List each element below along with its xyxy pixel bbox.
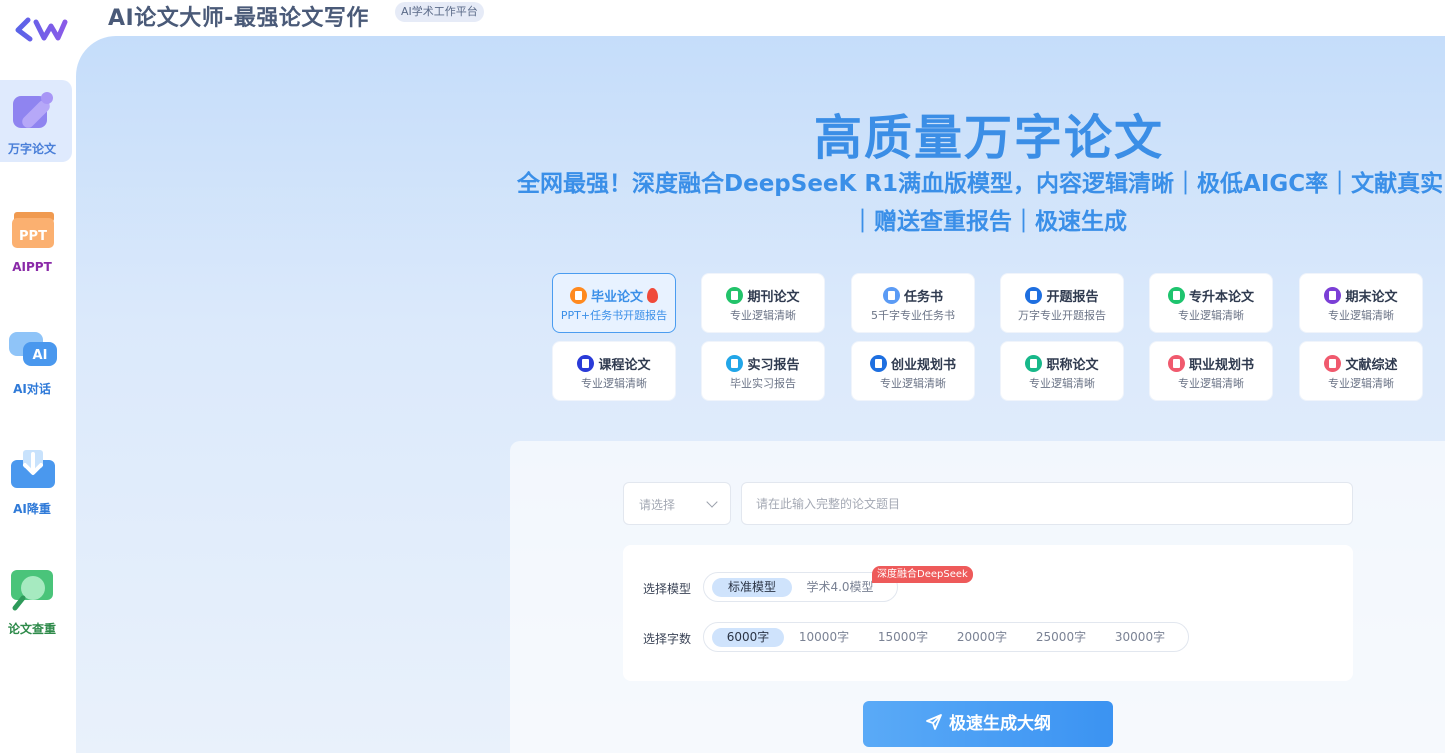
card-title: 毕业论文 (590, 290, 643, 305)
send-icon (926, 714, 942, 730)
document-icon (1025, 287, 1043, 304)
options-box: 选择模型 标准模型 学术4.0模型 深度融合DeepSeek 选择字数 6000… (623, 545, 1353, 681)
card-literature-review[interactable]: 文献综述 专业逻辑清晰 (1299, 341, 1423, 401)
chevron-down-icon (706, 496, 718, 508)
pencil-icon (13, 92, 53, 128)
app-badge: AI学术工作平台 (395, 2, 484, 22)
sidebar-item-aippt[interactable]: PPT AIPPT (0, 200, 72, 282)
sidebar-item-plagiarism-check[interactable]: 论文查重 (0, 560, 72, 642)
card-title: 创业规划书 (890, 358, 956, 373)
model-option-academic[interactable]: 学术4.0模型 (800, 578, 880, 597)
thesis-title-input[interactable] (741, 482, 1353, 525)
card-desc: 专业逻辑清晰 (730, 309, 796, 322)
card-desc: 专业逻辑清晰 (1328, 309, 1394, 322)
card-upgrade-thesis[interactable]: 专升本论文 专业逻辑清晰 (1149, 273, 1273, 333)
document-icon (726, 287, 744, 304)
model-option-standard[interactable]: 标准模型 (712, 578, 792, 597)
document-icon (882, 287, 900, 304)
svg-text:PPT: PPT (19, 229, 47, 244)
word-option-25000[interactable]: 25000字 (1025, 628, 1097, 647)
main-panel: 高质量万字论文 全网最强！深度融合DeepSeeK R1满血版模型，内容逻辑清晰… (76, 36, 1445, 753)
card-career-plan[interactable]: 职业规划书 专业逻辑清晰 (1149, 341, 1273, 401)
card-title: 任务书 (903, 290, 943, 305)
hero-subtitle: 全网最强！深度融合DeepSeeK R1满血版模型，内容逻辑清晰｜极低AIGC率… (517, 171, 1444, 197)
card-course-paper[interactable]: 课程论文 专业逻辑清晰 (552, 341, 676, 401)
word-option-10000[interactable]: 10000字 (788, 628, 860, 647)
card-desc: 万字专业开题报告 (1018, 309, 1106, 322)
form-panel: 请选择 选择模型 标准模型 学术4.0模型 深度融合DeepSeek 选择字数 … (510, 441, 1445, 753)
card-title: 职业规划书 (1188, 358, 1254, 373)
category-select[interactable]: 请选择 (623, 482, 731, 525)
svg-text:AI: AI (33, 348, 48, 363)
card-desc: PPT+任务书开题报告 (560, 309, 668, 322)
card-final-paper[interactable]: 期末论文 专业逻辑清晰 (1299, 273, 1423, 333)
card-desc: 毕业实习报告 (730, 377, 796, 390)
chat-icon: AI (9, 332, 57, 366)
word-option-20000[interactable]: 20000字 (946, 628, 1018, 647)
hero-title: 高质量万字论文 (813, 110, 1164, 166)
select-placeholder: 请选择 (639, 498, 676, 512)
word-count-selector: 6000字 10000字 15000字 20000字 25000字 30000字 (703, 622, 1189, 652)
word-count-label: 选择字数 (643, 632, 692, 646)
card-title: 文献综述 (1345, 358, 1398, 373)
card-desc: 专业逻辑清晰 (581, 377, 647, 390)
generate-outline-button[interactable]: 极速生成大纲 (863, 701, 1113, 747)
document-icon (569, 287, 587, 304)
card-desc: 专业逻辑清晰 (880, 377, 946, 390)
sidebar-item-label: AIPPT (12, 260, 52, 274)
sidebar-item-label: AI降重 (13, 502, 51, 516)
document-icon (1324, 287, 1342, 304)
hero-subtitle-continued: ｜赠送查重报告｜极速生成 (851, 209, 1127, 235)
card-journal-paper[interactable]: 期刊论文 专业逻辑清晰 (701, 273, 825, 333)
sidebar-item-label: AI对话 (13, 382, 51, 396)
card-title: 开题报告 (1046, 290, 1099, 305)
word-option-30000[interactable]: 30000字 (1104, 628, 1176, 647)
card-desc: 专业逻辑清晰 (1178, 377, 1244, 390)
generate-outline-label: 极速生成大纲 (949, 714, 1051, 734)
fire-icon (647, 288, 658, 303)
document-icon (1324, 355, 1342, 372)
card-desc: 专业逻辑清晰 (1178, 309, 1244, 322)
magnifier-icon (11, 570, 53, 611)
word-option-6000[interactable]: 6000字 (712, 628, 784, 647)
download-icon (11, 450, 55, 488)
card-title: 期末论文 (1345, 290, 1398, 305)
word-option-15000[interactable]: 15000字 (867, 628, 939, 647)
document-icon (1167, 355, 1185, 372)
document-icon (1025, 355, 1043, 372)
card-internship-report[interactable]: 实习报告 毕业实习报告 (701, 341, 825, 401)
model-selector: 标准模型 学术4.0模型 (703, 572, 898, 602)
card-desc: 专业逻辑清晰 (1029, 377, 1095, 390)
card-title: 实习报告 (747, 358, 800, 373)
document-icon (577, 355, 595, 372)
book-icon (1167, 287, 1185, 304)
app-title: AI论文大师-最强论文写作 (108, 6, 369, 31)
sidebar-item-label: 万字论文 (7, 142, 56, 156)
sidebar-item-ai-rewrite[interactable]: AI降重 (0, 440, 72, 522)
sidebar-item-thesis[interactable]: 万字论文 (0, 80, 72, 162)
sidebar-item-label: 论文查重 (7, 622, 56, 636)
card-desc: 5千字专业任务书 (871, 309, 955, 322)
card-proposal-report[interactable]: 开题报告 万字专业开题报告 (1000, 273, 1124, 333)
card-graduation-thesis[interactable]: 毕业论文 PPT+任务书开题报告 (552, 273, 676, 333)
card-title: 专升本论文 (1188, 290, 1254, 305)
deepseek-badge: 深度融合DeepSeek (872, 566, 973, 583)
sidebar-item-ai-chat[interactable]: AI AI对话 (0, 320, 72, 402)
document-icon (869, 355, 887, 372)
card-desc: 专业逻辑清晰 (1328, 377, 1394, 390)
card-title: 职称论文 (1046, 358, 1099, 373)
document-icon (726, 355, 744, 372)
card-task-book[interactable]: 任务书 5千字专业任务书 (851, 273, 975, 333)
card-business-plan[interactable]: 创业规划书 专业逻辑清晰 (851, 341, 975, 401)
app-logo[interactable] (14, 12, 68, 46)
card-title: 课程论文 (598, 358, 651, 373)
ppt-icon: PPT (12, 212, 54, 248)
card-title: 期刊论文 (747, 290, 800, 305)
card-title-paper[interactable]: 职称论文 专业逻辑清晰 (1000, 341, 1124, 401)
model-label: 选择模型 (643, 582, 692, 596)
